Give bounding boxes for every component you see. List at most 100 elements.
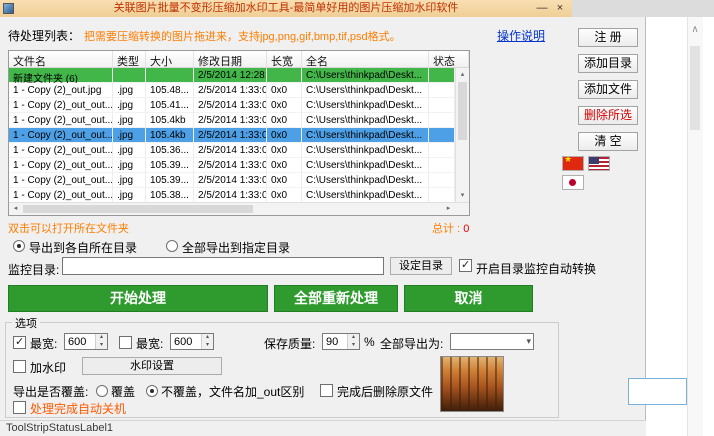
scroll-right-icon[interactable] (442, 203, 455, 215)
radio-overwrite[interactable] (96, 385, 108, 397)
max-width-spinner[interactable]: 600 (64, 333, 108, 350)
scroll-left-icon[interactable] (9, 203, 22, 215)
options-group-label: 选项 (12, 315, 40, 331)
table-header: 文件名 类型 大小 修改日期 长宽 全名 状态 (9, 51, 469, 68)
table-cell: C:\Users\thinkpad\Deskt... (302, 143, 429, 158)
radio-overwrite-label[interactable]: 覆盖 (111, 383, 135, 400)
table-cell: .jpg (113, 128, 146, 143)
delete-selected-button[interactable]: 删除所选 (578, 106, 638, 125)
column-date[interactable]: 修改日期 (194, 51, 267, 67)
status-text: ToolStripStatusLabel1 (6, 422, 114, 434)
column-status[interactable]: 状态 (429, 51, 469, 67)
table-row-selected[interactable]: 1 - Copy (2)_out_out... .jpg 105.4kb 2/5… (9, 128, 455, 143)
radio-export-own-dir-label[interactable]: 导出到各自所在目录 (29, 239, 137, 256)
add-files-button[interactable]: 添加文件 (578, 80, 638, 99)
column-type[interactable]: 类型 (113, 51, 146, 67)
delete-original-checkbox[interactable] (320, 384, 333, 397)
total-counter: 总计 : 0 (432, 220, 469, 236)
usa-flag-icon[interactable] (588, 156, 610, 171)
start-button[interactable]: 开始处理 (8, 285, 268, 312)
top-right-strip (572, 0, 714, 17)
scroll-chevron-icon[interactable] (687, 24, 703, 35)
max-width-label[interactable]: 最宽: (30, 335, 57, 352)
watermark-checkbox[interactable] (13, 360, 26, 373)
max-width2-spinner[interactable]: 600 (170, 333, 214, 350)
table-cell: 1 - Copy (2)_out_out... (9, 188, 113, 202)
table-row[interactable]: 1 - Copy (2)_out_out... .jpg 105.38... 2… (9, 188, 455, 202)
delete-original-label[interactable]: 完成后删除原文件 (337, 383, 433, 400)
table-row[interactable]: 1 - Copy (2)_out_out... .jpg 105.41... 2… (9, 98, 455, 113)
radio-export-own-dir[interactable] (13, 240, 25, 252)
reprocess-all-button[interactable]: 全部重新处理 (274, 285, 398, 312)
max-width-value[interactable]: 600 (65, 334, 95, 349)
spinner-up-icon[interactable] (348, 334, 359, 342)
max-width-checkbox[interactable] (13, 336, 26, 349)
monitor-dir-input[interactable] (62, 257, 384, 275)
set-directory-button[interactable]: 设定目录 (390, 257, 452, 275)
background-scroll-thumb[interactable] (690, 46, 700, 130)
close-button[interactable]: × (552, 0, 568, 17)
table-cell: 2/5/2014 1:33:0... (194, 83, 267, 98)
spinner-down-icon[interactable] (348, 342, 359, 350)
quality-value[interactable]: 90 (323, 334, 347, 349)
table-cell: 1 - Copy (2)_out_out... (9, 173, 113, 188)
china-flag-icon[interactable] (562, 154, 584, 171)
hscroll-thumb[interactable] (23, 205, 253, 213)
watermark-label[interactable]: 加水印 (30, 359, 66, 376)
export-as-combobox[interactable] (450, 333, 534, 350)
register-button[interactable]: 注 册 (578, 28, 638, 47)
table-cell: 105.4kb (146, 113, 194, 128)
table-cell: 0x0 (267, 83, 302, 98)
title-bar: 关联图片批量不变形压缩加水印工具-最简单好用的图片压缩加水印软件 — × (0, 0, 572, 17)
scroll-up-icon[interactable] (456, 68, 469, 81)
table-cell (429, 128, 455, 143)
add-directory-button[interactable]: 添加目录 (578, 54, 638, 73)
column-fullname[interactable]: 全名 (302, 51, 429, 67)
floating-text-box[interactable] (628, 378, 687, 405)
table-row[interactable]: 新建文件夹 (6) 2/5/2014 12:28:... C:\Users\th… (9, 68, 455, 83)
radio-export-specified-dir-label[interactable]: 全部导出到指定目录 (182, 239, 290, 256)
table-cell: C:\Users\thinkpad\Deskt... (302, 83, 429, 98)
radio-no-overwrite[interactable] (146, 385, 158, 397)
spinner-up-icon[interactable] (202, 334, 213, 342)
table-row[interactable]: 1 - Copy (2)_out_out... .jpg 105.39... 2… (9, 158, 455, 173)
table-row[interactable]: 1 - Copy (2)_out_out... .jpg 105.4kb 2/5… (9, 113, 455, 128)
minimize-button[interactable]: — (534, 0, 550, 17)
column-filename[interactable]: 文件名 (9, 51, 113, 67)
help-link[interactable]: 操作说明 (497, 27, 545, 44)
overwrite-label: 导出是否覆盖: (13, 385, 89, 399)
scroll-down-icon[interactable] (456, 189, 469, 202)
radio-no-overwrite-label[interactable]: 不覆盖，文件名加_out区别 (161, 383, 304, 400)
japan-flag-icon[interactable] (562, 175, 584, 190)
radio-export-specified-dir[interactable] (166, 240, 178, 252)
max-width2-label[interactable]: 最宽: (136, 335, 163, 352)
watermark-settings-button[interactable]: 水印设置 (82, 357, 222, 375)
auto-monitor-label[interactable]: 开启目录监控自动转换 (476, 260, 596, 277)
status-bar: ToolStripStatusLabel1 (0, 420, 646, 436)
clear-button[interactable]: 清 空 (578, 132, 638, 151)
shutdown-label[interactable]: 处理完成自动关机 (30, 400, 126, 417)
max-width2-value[interactable]: 600 (171, 334, 201, 349)
file-table: 文件名 类型 大小 修改日期 长宽 全名 状态 新建文件夹 (6) 2/5/20… (8, 50, 470, 216)
quality-spinner[interactable]: 90 (322, 333, 360, 350)
table-cell: 105.48... (146, 83, 194, 98)
table-cell: 2/5/2014 1:33:0... (194, 158, 267, 173)
table-row[interactable]: 1 - Copy (2)_out.jpg .jpg 105.48... 2/5/… (9, 83, 455, 98)
vscroll-thumb[interactable] (458, 82, 467, 140)
table-cell: 1 - Copy (2)_out_out... (9, 113, 113, 128)
column-dims[interactable]: 长宽 (267, 51, 302, 67)
max-width2-checkbox[interactable] (119, 336, 132, 349)
table-row[interactable]: 1 - Copy (2)_out_out... .jpg 105.39... 2… (9, 173, 455, 188)
spinner-down-icon[interactable] (96, 342, 107, 350)
total-value: 0 (463, 223, 470, 235)
table-cell: C:\Users\thinkpad\Deskt... (302, 68, 429, 83)
table-vscrollbar[interactable] (455, 68, 469, 202)
auto-monitor-checkbox[interactable] (459, 259, 472, 272)
cancel-button[interactable]: 取消 (404, 285, 533, 312)
shutdown-checkbox[interactable] (13, 401, 26, 414)
column-size[interactable]: 大小 (146, 51, 194, 67)
table-hscrollbar[interactable] (9, 202, 469, 215)
spinner-down-icon[interactable] (202, 342, 213, 350)
table-row[interactable]: 1 - Copy (2)_out_out... .jpg 105.36... 2… (9, 143, 455, 158)
spinner-up-icon[interactable] (96, 334, 107, 342)
